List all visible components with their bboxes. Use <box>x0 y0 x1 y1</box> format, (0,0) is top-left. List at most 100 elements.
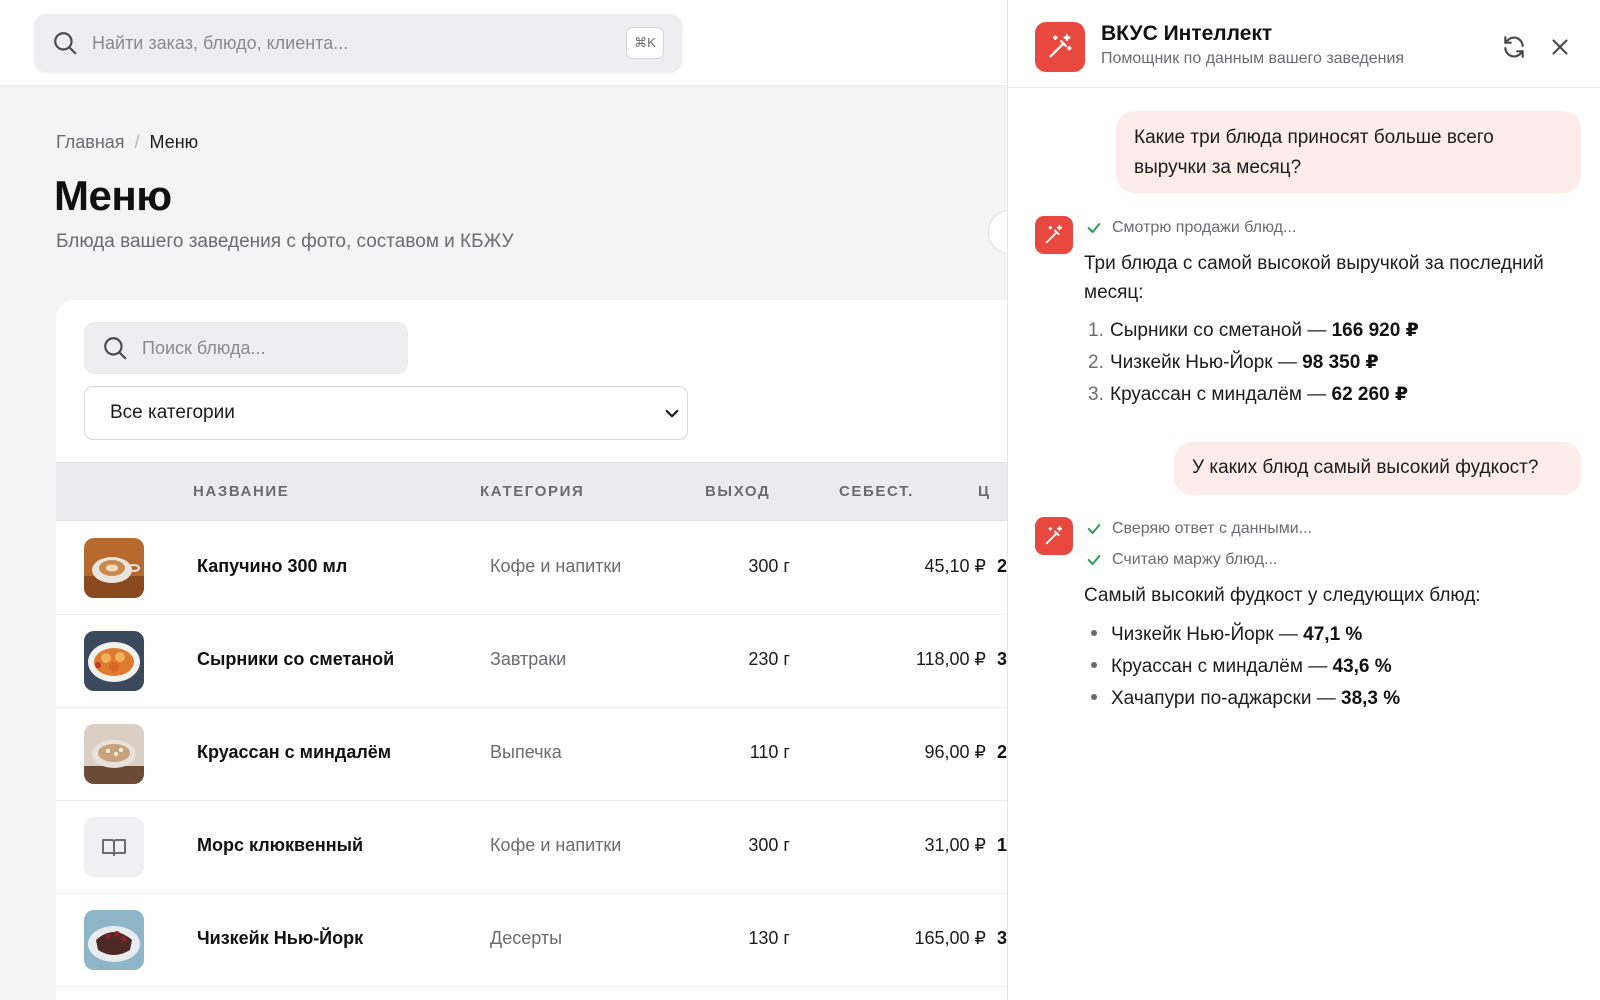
assistant-subtitle: Помощник по данным вашего заведения <box>1101 50 1405 67</box>
magic-wand-icon <box>1045 525 1063 545</box>
dish-output: 300 г <box>748 556 790 576</box>
top-bar: ⌘K <box>0 0 1008 86</box>
dish-photo <box>84 724 144 784</box>
breadcrumb-current: Меню <box>149 132 199 152</box>
dish-cost: 96,00 ₽ <box>924 742 987 762</box>
menu-card: Все категории НАЗВАНИЕ КАТЕГОРИЯ ВЫХОД С… <box>56 300 1036 1000</box>
dish-name[interactable]: Чизкейк Нью-Йорк <box>197 928 363 949</box>
dish-output: 230 г <box>748 649 790 669</box>
table-row[interactable]: Капучино 300 мл Кофе и напитки 300 г 45,… <box>56 522 1036 615</box>
list-item-value: 38,3 % <box>1341 688 1401 709</box>
dish-name[interactable]: Сырники со сметаной <box>197 649 394 670</box>
table-header: НАЗВАНИЕ КАТЕГОРИЯ ВЫХОД СЕБЕСТ. Ц <box>56 462 1036 521</box>
table-row[interactable]: Сырники со сметаной Завтраки 230 г 118,0… <box>56 615 1036 708</box>
chevron-down-icon <box>665 409 679 418</box>
bullet <box>1091 630 1097 636</box>
dish-cost: 45,10 ₽ <box>924 556 987 576</box>
list-item-value: 62 260 ₽ <box>1331 384 1409 405</box>
dish-category: Выпечка <box>490 742 562 762</box>
list-item-value: 43,6 % <box>1332 656 1392 677</box>
search-icon <box>54 32 77 55</box>
table-row[interactable]: Круассан с миндалём Выпечка 110 г 96,00 … <box>56 708 1036 801</box>
user-message: Какие три блюда приносят больше всего вы… <box>1116 111 1581 193</box>
dish-search[interactable] <box>84 322 408 374</box>
user-message: У каких блюд самый высокий фудкост? <box>1174 442 1581 495</box>
search-icon <box>104 337 127 360</box>
category-select-value: Все категории <box>110 402 235 423</box>
dish-name[interactable]: Круассан с миндалём <box>197 742 391 763</box>
dish-photo <box>84 631 144 691</box>
list-item: Круассан с миндалём — 43,6 % <box>1088 656 1392 678</box>
dish-output: 110 г <box>749 742 790 762</box>
list-item: Чизкейк Нью-Йорк — 47,1 % <box>1088 624 1362 646</box>
book-placeholder-icon <box>102 839 126 856</box>
breadcrumb: Главная / Меню <box>56 132 198 153</box>
table-row[interactable]: Чизкейк Нью-Йорк Десерты 130 г 165,00 ₽ … <box>56 894 1036 987</box>
column-header-output[interactable]: ВЫХОД <box>705 483 770 500</box>
dish-category: Завтраки <box>490 649 567 669</box>
dish-price-partial: 2 <box>997 742 1008 762</box>
dish-category: Кофе и напитки <box>490 835 622 855</box>
dish-photo-placeholder <box>84 817 144 877</box>
assistant-title: ВКУС Интеллект <box>1101 22 1273 45</box>
bullet <box>1091 694 1097 700</box>
assistant-header: ВКУС Интеллект Помощник по данным вашего… <box>1008 0 1600 88</box>
user-message-text: У каких блюд самый высокий фудкост? <box>1192 457 1539 478</box>
list-item-label: Чизкейк Нью-Йорк — <box>1110 352 1303 373</box>
page-title: Меню <box>54 172 172 219</box>
shortcut-hint: ⌘K <box>626 27 664 59</box>
list-item: Хачапури по-аджарски — 38,3 % <box>1088 688 1400 710</box>
bullet <box>1091 662 1097 668</box>
list-item-value: 47,1 % <box>1303 624 1363 645</box>
dish-price-partial: 3 <box>997 649 1008 669</box>
assistant-logo <box>1035 22 1085 72</box>
breadcrumb-home-link[interactable]: Главная <box>56 132 125 152</box>
assistant-step: Считаю маржу блюд... <box>1086 551 1277 569</box>
dish-photo <box>84 538 144 598</box>
list-item-label: Круассан с миндалём — <box>1110 384 1332 405</box>
assistant-panel: ВКУС Интеллект Помощник по данным вашего… <box>1007 0 1600 1000</box>
dish-name[interactable]: Капучино 300 мл <box>197 556 347 577</box>
dish-category: Кофе и напитки <box>490 556 622 576</box>
refresh-icon[interactable] <box>1501 34 1527 60</box>
assistant-step-text: Смотрю продажи блюд... <box>1112 219 1297 236</box>
assistant-step: Сверяю ответ с данными... <box>1086 520 1312 538</box>
dish-output: 300 г <box>748 835 790 855</box>
category-select[interactable]: Все категории <box>84 386 688 440</box>
list-item-number: 3. <box>1088 384 1104 405</box>
dish-price-partial: 3 <box>997 928 1008 948</box>
assistant-message-text: Самый высокий фудкост у следующих блюд: <box>1084 585 1481 606</box>
global-search[interactable]: ⌘K <box>34 14 682 72</box>
list-item: 1. Сырники со сметаной — 166 920 ₽ <box>1088 319 1419 342</box>
dish-search-input[interactable] <box>142 322 392 374</box>
dish-name[interactable]: Морс клюквенный <box>197 835 363 856</box>
column-header-cost[interactable]: СЕБЕСТ. <box>839 483 914 500</box>
magic-wand-icon <box>1045 224 1063 244</box>
page-subtitle: Блюда вашего заведения с фото, составом … <box>56 231 514 252</box>
user-message-text: Какие три блюда приносят больше всего вы… <box>1134 127 1494 178</box>
magic-wand-icon <box>1049 34 1072 58</box>
global-search-input[interactable] <box>92 14 632 72</box>
list-item-label: Хачапури по-аджарски — <box>1111 688 1341 709</box>
assistant-avatar <box>1035 517 1073 555</box>
column-header-category[interactable]: КАТЕГОРИЯ <box>480 483 584 500</box>
table-row[interactable]: Морс клюквенный Кофе и напитки 300 г 31,… <box>56 801 1036 894</box>
dish-category: Десерты <box>490 928 563 948</box>
assistant-step-text: Сверяю ответ с данными... <box>1112 520 1313 537</box>
dish-price-partial: 2 <box>997 556 1008 576</box>
column-header-name[interactable]: НАЗВАНИЕ <box>193 483 289 500</box>
dish-cost: 165,00 ₽ <box>914 928 986 948</box>
dish-output: 130 г <box>748 928 790 948</box>
dish-cost: 31,00 ₽ <box>924 835 987 855</box>
close-icon[interactable] <box>1547 34 1573 60</box>
list-item-label: Сырники со сметаной — <box>1110 320 1332 341</box>
list-item: 3. Круассан с миндалём — 62 260 ₽ <box>1088 383 1408 406</box>
list-item-value: 166 920 ₽ <box>1331 320 1419 341</box>
dish-cost: 118,00 ₽ <box>915 649 986 669</box>
list-item-value: 98 350 ₽ <box>1302 352 1379 373</box>
assistant-step: Смотрю продажи блюд... <box>1086 219 1296 237</box>
column-header-price-partial[interactable]: Ц <box>978 483 991 500</box>
list-item-label: Круассан с миндалём — <box>1111 656 1333 677</box>
dish-photo <box>84 910 144 970</box>
assistant-step-text: Считаю маржу блюд... <box>1112 551 1278 568</box>
